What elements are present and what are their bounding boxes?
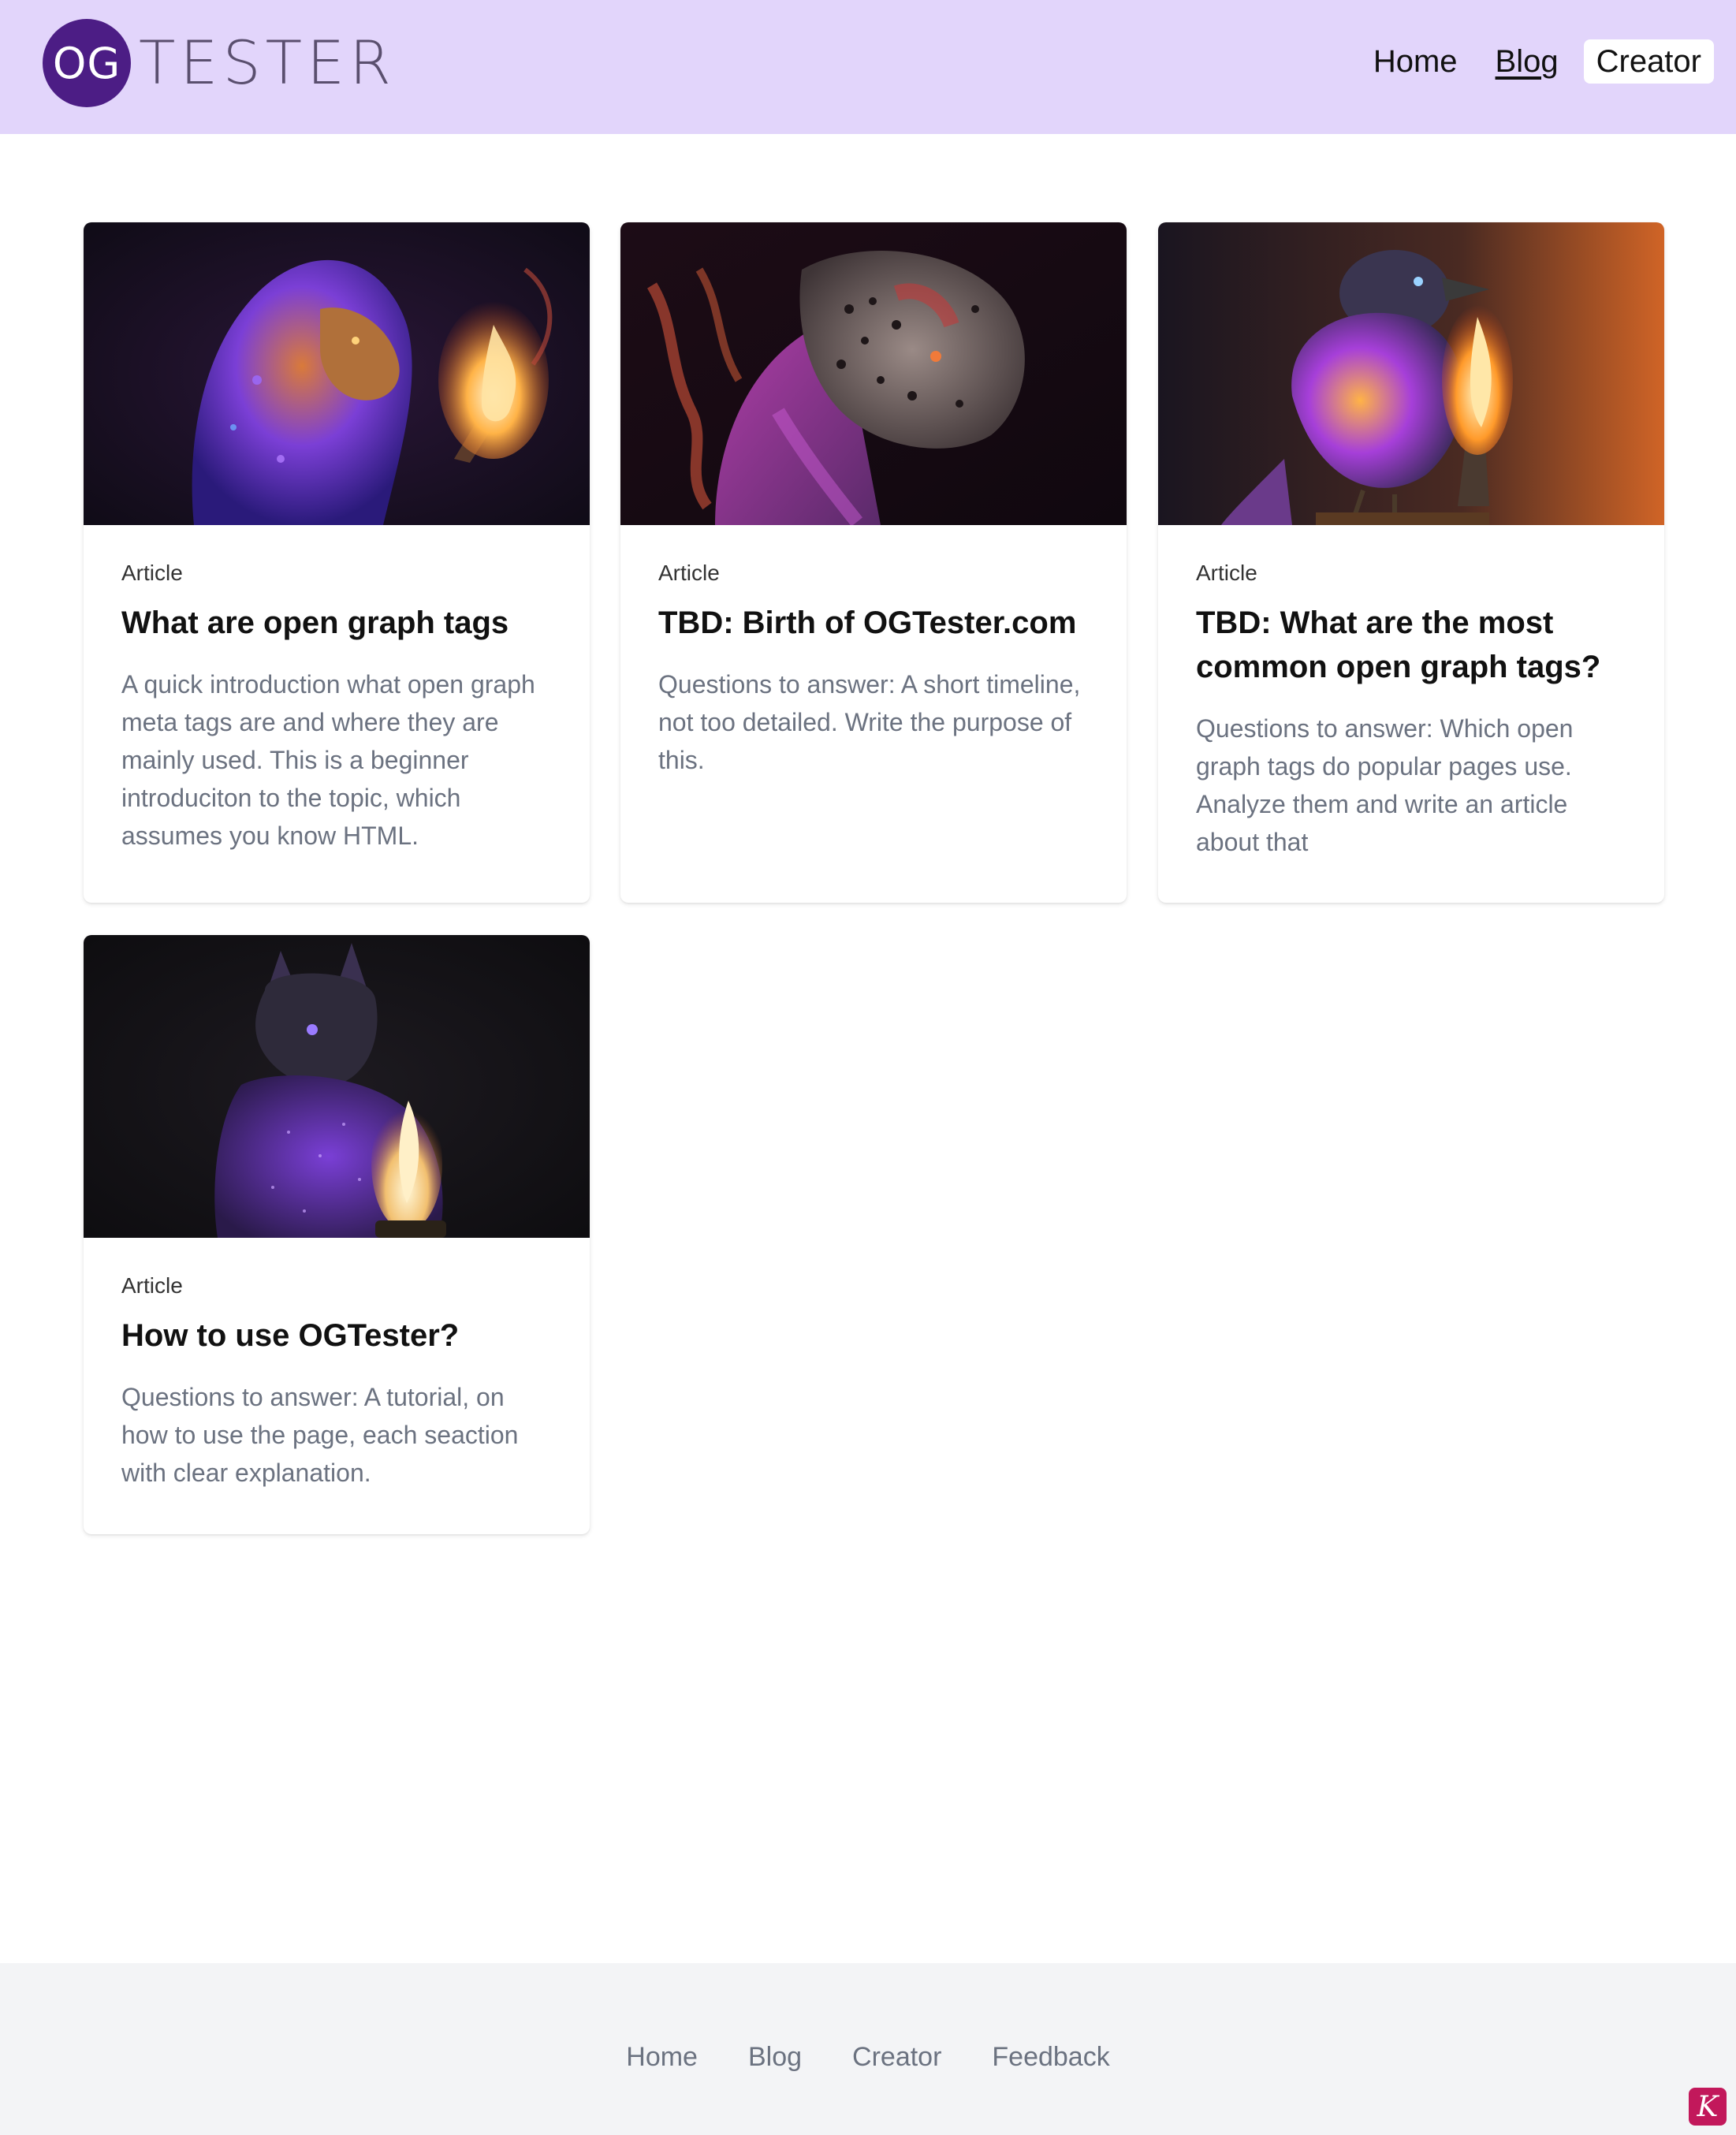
main-nav: Home Blog Creator	[1336, 39, 1714, 84]
card-description: A quick introduction what open graph met…	[121, 670, 535, 850]
footer-creator-link[interactable]: Creator	[852, 2042, 941, 2073]
site-footer: Home Blog Creator Feedback K	[0, 1963, 1736, 2135]
card-title[interactable]: How to use OGTester?	[121, 1313, 552, 1358]
card-body: Article How to use OGTester? Questions t…	[84, 1238, 590, 1530]
card-tag: Article	[121, 561, 183, 585]
card-body: Article TBD: What are the most common op…	[1158, 525, 1664, 899]
card-body: Article TBD: Birth of OGTester.com Quest…	[620, 525, 1127, 817]
footer-home-link[interactable]: Home	[626, 2042, 698, 2073]
bird-with-flame-image	[1158, 222, 1664, 525]
cat-with-flame-image	[84, 935, 590, 1238]
card-tag: Article	[1196, 561, 1257, 585]
footer-nav: Home Blog Creator Feedback	[0, 2042, 1736, 2073]
site-logo[interactable]: OG TESTER	[43, 19, 396, 107]
nav-creator-link[interactable]: Creator	[1583, 39, 1714, 84]
card-body: Article What are open graph tags A quick…	[84, 525, 590, 892]
card-title[interactable]: TBD: What are the most common open graph…	[1196, 601, 1626, 689]
article-card[interactable]: Article How to use OGTester? Questions t…	[84, 935, 590, 1534]
footer-blog-link[interactable]: Blog	[748, 2042, 802, 2073]
leopard-image	[620, 222, 1127, 525]
article-card[interactable]: Article TBD: Birth of OGTester.com Quest…	[620, 222, 1127, 903]
lion-with-torch-image	[84, 222, 590, 525]
card-title[interactable]: What are open graph tags	[121, 601, 552, 645]
logo-text: TESTER	[139, 28, 396, 98]
article-card[interactable]: Article TBD: What are the most common op…	[1158, 222, 1664, 903]
logo-circle: OG	[43, 19, 131, 107]
card-description: Questions to answer: A short timeline, n…	[658, 670, 1081, 774]
card-title[interactable]: TBD: Birth of OGTester.com	[658, 601, 1089, 645]
nav-blog-link[interactable]: Blog	[1496, 39, 1559, 84]
footer-feedback-link[interactable]: Feedback	[992, 2042, 1109, 2073]
card-description: Questions to answer: Which open graph ta…	[1196, 714, 1574, 856]
card-tag: Article	[121, 1273, 183, 1298]
site-header: OG TESTER Home Blog Creator	[0, 0, 1736, 134]
article-card[interactable]: Article What are open graph tags A quick…	[84, 222, 590, 903]
card-description: Questions to answer: A tutorial, on how …	[121, 1383, 519, 1487]
card-tag: Article	[658, 561, 720, 585]
corner-badge-icon[interactable]: K	[1689, 2088, 1727, 2126]
nav-home-link[interactable]: Home	[1373, 39, 1458, 84]
